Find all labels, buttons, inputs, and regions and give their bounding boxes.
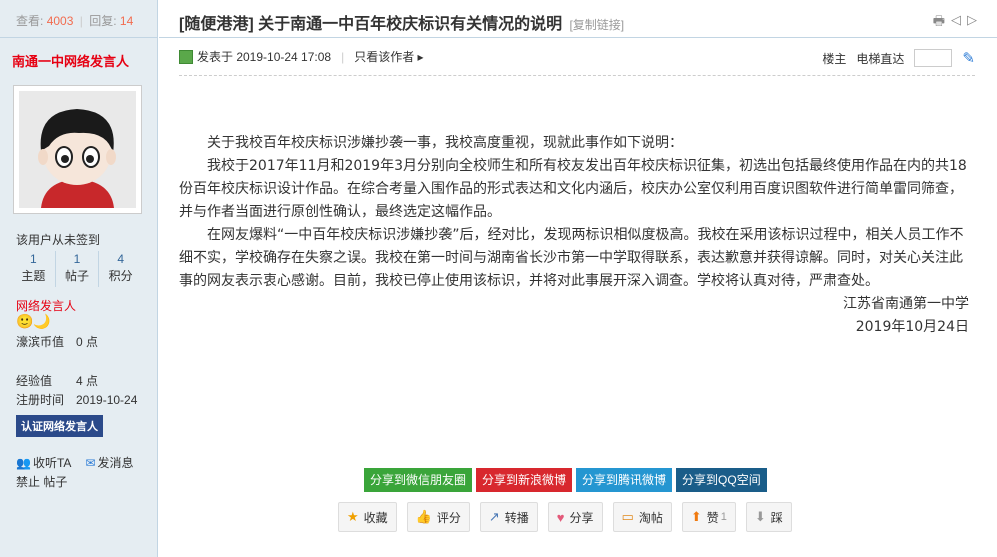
user-stats: 1 主题 1 帖子 4 积分 bbox=[12, 251, 142, 287]
share-bar: 分享到微信朋友圈 分享到新浪微博 分享到腾讯微博 分享到QQ空间 bbox=[364, 468, 767, 492]
repost-button[interactable]: ↗ 转播 bbox=[479, 502, 538, 532]
stat-points[interactable]: 4 积分 bbox=[99, 251, 142, 287]
print-icon[interactable]: 🖶 bbox=[933, 12, 945, 34]
favorite-button[interactable]: ★ 收藏 bbox=[338, 502, 397, 532]
mail-icon: ✉ bbox=[85, 456, 96, 470]
share-qzone-button[interactable]: 分享到QQ空间 bbox=[676, 468, 767, 492]
heart-icon: ♥ bbox=[556, 509, 565, 525]
repost-icon: ↗ bbox=[488, 509, 500, 524]
share-weibo-button[interactable]: 分享到新浪微博 bbox=[476, 468, 573, 492]
replies-count: 14 bbox=[119, 14, 134, 28]
rate-button[interactable]: 👍 评分 bbox=[406, 502, 470, 532]
avatar[interactable] bbox=[13, 85, 142, 214]
only-author-link[interactable]: 只看该作者 ▸ bbox=[354, 48, 423, 65]
exp-row: 经验值 4 点 bbox=[16, 374, 99, 388]
message-button[interactable]: ✉ 发消息 bbox=[85, 454, 133, 473]
avatar-image bbox=[19, 91, 136, 208]
down-arrow-icon: ⬇ bbox=[754, 509, 766, 524]
post-meta: 发表于 2019-10-24 17:08 | 只看该作者 ▸ 楼主 电梯直达 ✎ bbox=[179, 38, 975, 76]
post-actions: ★ 收藏 👍 评分 ↗ 转播 ♥ 分享 ▭ 淘帖 ⬆ 赞 1 ⬇ 踩 bbox=[338, 502, 792, 532]
next-icon[interactable]: ▷ bbox=[967, 12, 977, 34]
thumb-icon: 👍 bbox=[415, 509, 432, 524]
like-count: 1 bbox=[720, 511, 727, 523]
paragraph-3: 在网友爆料“一中百年校庆标识涉嫌抄袭”后，经对比，发现两标识相似度极高。我校在采… bbox=[179, 227, 964, 289]
author-name[interactable]: 南通一中网络发言人 bbox=[0, 38, 157, 85]
paragraph-1: 关于我校百年校庆标识涉嫌抄袭一事，我校高度重视，现就此事作如下说明： bbox=[207, 135, 683, 151]
paragraph-2: 我校于2017年11月和2019年3月分别向全校师生和所有校友发出百年校庆标识征… bbox=[179, 158, 967, 220]
user-group[interactable]: 网络发言人 bbox=[0, 287, 157, 313]
verified-badge[interactable]: 认证网络发言人 bbox=[16, 415, 103, 437]
follow-button[interactable]: 👥 收听TA bbox=[16, 454, 71, 473]
stat-posts[interactable]: 1 帖子 bbox=[56, 251, 100, 287]
stat-threads[interactable]: 1 主题 bbox=[12, 251, 56, 287]
post-icon bbox=[179, 49, 193, 64]
register-row: 注册时间 2019-10-24 bbox=[16, 393, 138, 407]
ban-link[interactable]: 禁止 帖子 bbox=[0, 473, 157, 490]
floor-tools: 楼主 电梯直达 ✎ bbox=[822, 49, 975, 67]
elevator-label: 电梯直达 bbox=[856, 51, 905, 66]
title-tools: 🖶 ◁ ▷ bbox=[933, 12, 977, 34]
thread-stats: 查看: 4003 | 回复: 14 bbox=[0, 0, 157, 38]
prev-icon[interactable]: ◁ bbox=[951, 12, 961, 34]
dislike-button[interactable]: ⬇ 踩 bbox=[745, 502, 792, 532]
post-time: 发表于 2019-10-24 17:08 bbox=[197, 50, 332, 64]
elevator-input[interactable] bbox=[914, 49, 953, 67]
share-tencent-button[interactable]: 分享到腾讯微博 bbox=[576, 468, 673, 492]
post-content: 关于我校百年校庆标识涉嫌抄袭一事，我校高度重视，现就此事作如下说明： 我校于20… bbox=[159, 76, 997, 339]
views-count: 4003 bbox=[46, 14, 74, 28]
collect-icon: ▭ bbox=[621, 509, 634, 524]
follow-icon: 👥 bbox=[16, 456, 31, 470]
coin-row: 濠滨币值 0 点 bbox=[16, 335, 99, 349]
go-icon[interactable]: ✎ bbox=[962, 49, 975, 67]
taotie-button[interactable]: ▭ 淘帖 bbox=[612, 502, 672, 532]
signin-status: 该用户从未签到 bbox=[16, 233, 101, 247]
copy-link[interactable]: [复制链接] bbox=[569, 18, 624, 32]
star-icon: ★ bbox=[347, 509, 359, 524]
share-button[interactable]: ♥ 分享 bbox=[547, 502, 603, 532]
up-arrow-icon: ⬆ bbox=[690, 509, 702, 524]
user-ops: 👥 收听TA ✉ 发消息 bbox=[0, 437, 157, 473]
thread-title-bar: [随便港港] 关于南通一中百年校庆标识有关情况的说明 [复制链接] 🖶 ◁ ▷ bbox=[159, 0, 997, 38]
author-sidebar: 查看: 4003 | 回复: 14 南通一中网络发言人 该用户从未签到 1 主题… bbox=[0, 0, 158, 557]
share-wechat-button[interactable]: 分享到微信朋友圈 bbox=[364, 468, 473, 492]
floor-label: 楼主 bbox=[822, 51, 847, 66]
thread-title: [随便港港] 关于南通一中百年校庆标识有关情况的说明 bbox=[179, 16, 563, 33]
signature-date: 2019年10月24日 bbox=[855, 319, 969, 335]
signature-org: 江苏省南通第一中学 bbox=[843, 296, 969, 312]
post-main: [随便港港] 关于南通一中百年校庆标识有关情况的说明 [复制链接] 🖶 ◁ ▷ … bbox=[159, 0, 997, 557]
like-button[interactable]: ⬆ 赞 1 bbox=[681, 502, 736, 532]
medal-icons: 🙂🌙 bbox=[16, 313, 51, 329]
